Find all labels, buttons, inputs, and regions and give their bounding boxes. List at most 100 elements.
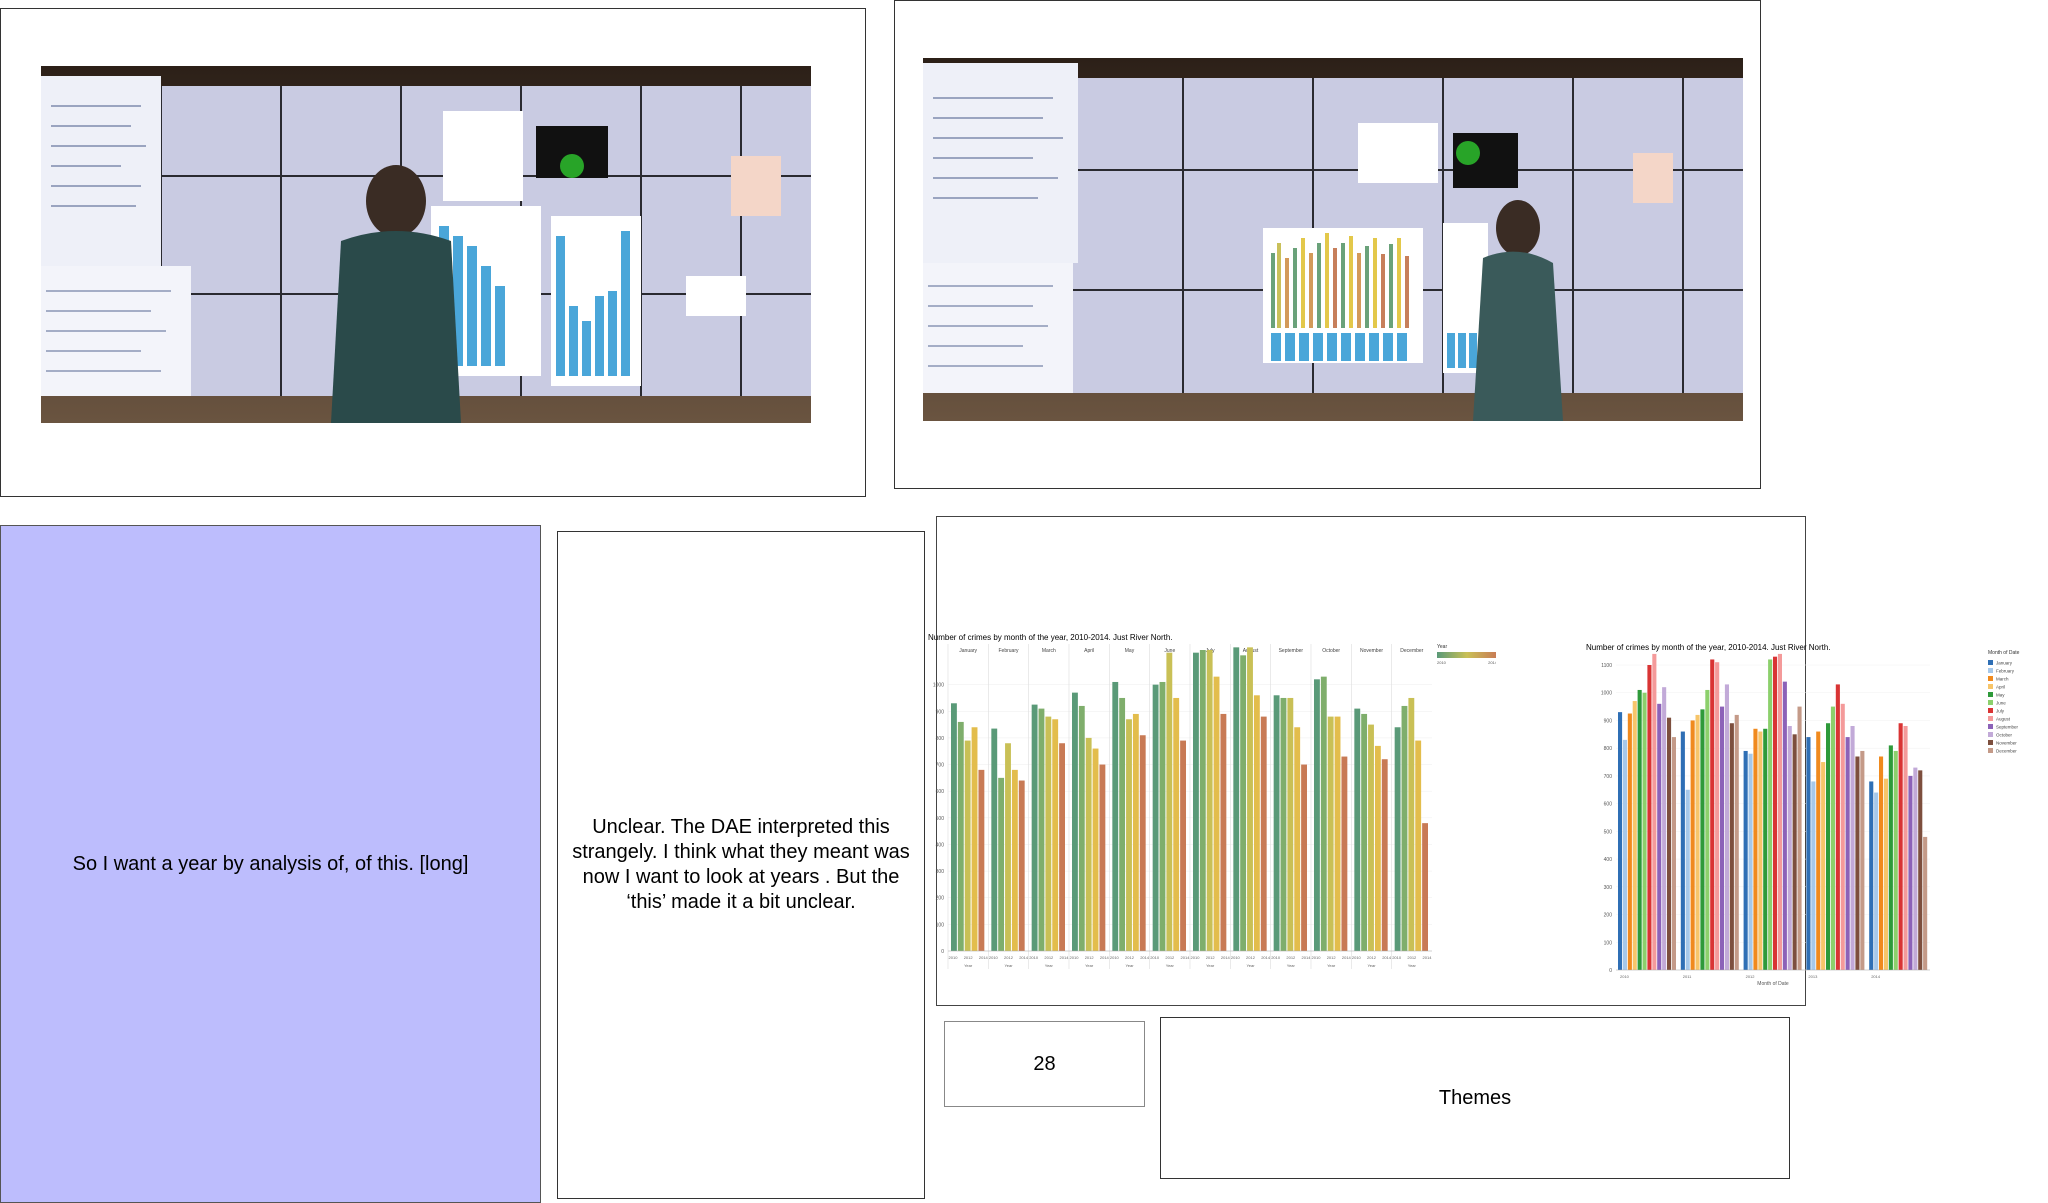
chart2-legend-swatch <box>1988 668 1993 673</box>
chart1-bar <box>1361 713 1368 951</box>
chart1-xtick: 2012 <box>1327 955 1337 960</box>
chart1-bar <box>1341 756 1348 951</box>
chart2-ytick: 0 <box>1609 968 1612 974</box>
chart1-xtick: 2014 <box>1423 955 1433 960</box>
chart2-bar <box>1652 653 1657 970</box>
chart2-bar <box>1715 662 1720 970</box>
chart2-bar <box>1792 734 1797 970</box>
chart2-legend-swatch <box>1988 748 1993 753</box>
chart1-bar <box>978 769 985 951</box>
display-wall-photo-right <box>923 58 1743 421</box>
chart2-bar <box>1898 723 1903 970</box>
chart2-bar <box>1850 726 1855 970</box>
chart2-ytick: 900 <box>1604 718 1613 724</box>
chart2-bar <box>1811 781 1816 970</box>
chart1-xtick: 2010 <box>949 955 959 960</box>
chart1-month-label: October <box>1322 648 1340 654</box>
chart1-xlabel: Year <box>1004 963 1013 968</box>
chart2-bar <box>1763 728 1768 970</box>
chart1-xlabel: Year <box>1367 963 1376 968</box>
chart1-bar <box>1038 708 1045 951</box>
chart1-xtick: 2010 <box>1271 955 1281 960</box>
chart2-legend-label: June <box>1996 701 2006 706</box>
chart1-xlabel: Year <box>1045 963 1054 968</box>
chart2-legend-title: Month of Date <box>1988 650 2020 656</box>
chart1-xlabel: Year <box>1125 963 1134 968</box>
chart2-legend-swatch <box>1988 684 1993 689</box>
chart1-bar <box>1320 676 1327 951</box>
chart1-bar <box>1294 727 1301 951</box>
count-text: 28 <box>1033 1052 1056 1075</box>
chart1-xtick: 2010 <box>1231 955 1241 960</box>
chart1-ytick: 700 <box>936 763 945 769</box>
chart1-bar <box>1031 704 1038 951</box>
chart2-legend-swatch <box>1988 700 1993 705</box>
chart1-bar <box>1394 727 1401 951</box>
chart2-bar <box>1671 737 1676 970</box>
chart1-bar <box>1085 737 1092 951</box>
chart2-ytick: 700 <box>1604 774 1613 780</box>
chart1-xtick: 2012 <box>1085 955 1095 960</box>
chart2-xlabel: Month of Date <box>1757 981 1789 987</box>
chart2-bar <box>1753 728 1758 970</box>
chart1-xlabel: Year <box>1287 963 1296 968</box>
chart1-bar <box>1327 716 1334 951</box>
chart2-bar <box>1826 723 1831 970</box>
chart2-bar <box>1845 737 1850 970</box>
chart1-bar <box>1132 713 1139 951</box>
chart1-bar <box>1273 695 1280 951</box>
chart2-ytick: 500 <box>1604 829 1613 835</box>
chart1-xtick: 2014 <box>1221 955 1231 960</box>
chart2-legend-label: August <box>1996 717 2011 722</box>
chart1-xtick: 2014 <box>1140 955 1150 960</box>
chart1-xtick: 2012 <box>1044 955 1054 960</box>
chart2-bar <box>1637 689 1642 970</box>
chart1-bar <box>991 728 998 951</box>
quote-text: So I want a year by analysis of, of this… <box>72 852 469 875</box>
chart1-bar <box>998 777 1005 951</box>
chart1-xtick: 2012 <box>1407 955 1417 960</box>
chart1-bar <box>1052 719 1059 951</box>
chart1-xtick: 2010 <box>1191 955 1201 960</box>
chart1-bar <box>1253 695 1260 951</box>
themes-card: Themes <box>1160 1017 1790 1179</box>
chart2-bar <box>1720 706 1725 970</box>
chart2-bar <box>1806 737 1811 970</box>
chart2-legend-label: November <box>1996 741 2017 746</box>
chart1-ytick: 1000 <box>933 683 944 689</box>
chart2-ytick: 1100 <box>1601 663 1612 669</box>
chart2-legend-label: January <box>1996 661 2013 666</box>
chart1-ytick: 0 <box>941 949 944 955</box>
chart1-bar <box>957 721 964 951</box>
chart1-xtick: 2010 <box>1070 955 1080 960</box>
chart2-bar <box>1855 756 1860 970</box>
chart2-bar <box>1869 781 1874 970</box>
chart2-ytick: 400 <box>1604 857 1613 863</box>
chart2-bar <box>1647 665 1652 970</box>
chart1-xtick: 2014 <box>1060 955 1070 960</box>
chart1-xlabel: Year <box>1327 963 1336 968</box>
chart1-ytick: 300 <box>936 869 945 875</box>
chart1-xtick: 2010 <box>1110 955 1120 960</box>
chart2-bar <box>1743 750 1748 970</box>
chart2-legend-swatch <box>1988 708 1993 713</box>
chart2-bar <box>1923 836 1928 970</box>
chart1-month-label: April <box>1084 648 1094 654</box>
chart1-bar <box>971 727 978 951</box>
chart2-xtick: 2012 <box>1746 974 1756 979</box>
chart1-bar <box>951 703 957 951</box>
chart1-xtick: 2014 <box>1100 955 1110 960</box>
chart1-bar <box>1415 740 1422 951</box>
photo-card-right <box>894 0 1761 489</box>
chart1-bar <box>1099 764 1106 951</box>
chart1-ytick: 800 <box>936 736 945 742</box>
chart2-bar <box>1893 750 1898 970</box>
chart1-bar <box>1354 708 1361 951</box>
chart2-bar <box>1797 706 1802 970</box>
chart-crimes-by-year: Number of crimes by month of the year, 2… <box>1586 643 2020 987</box>
chart2-bar <box>1734 714 1739 970</box>
chart2-bar <box>1883 778 1888 970</box>
chart2-bar <box>1700 709 1705 970</box>
chart1-bar <box>1011 769 1018 951</box>
chart1-bar <box>1287 697 1294 951</box>
